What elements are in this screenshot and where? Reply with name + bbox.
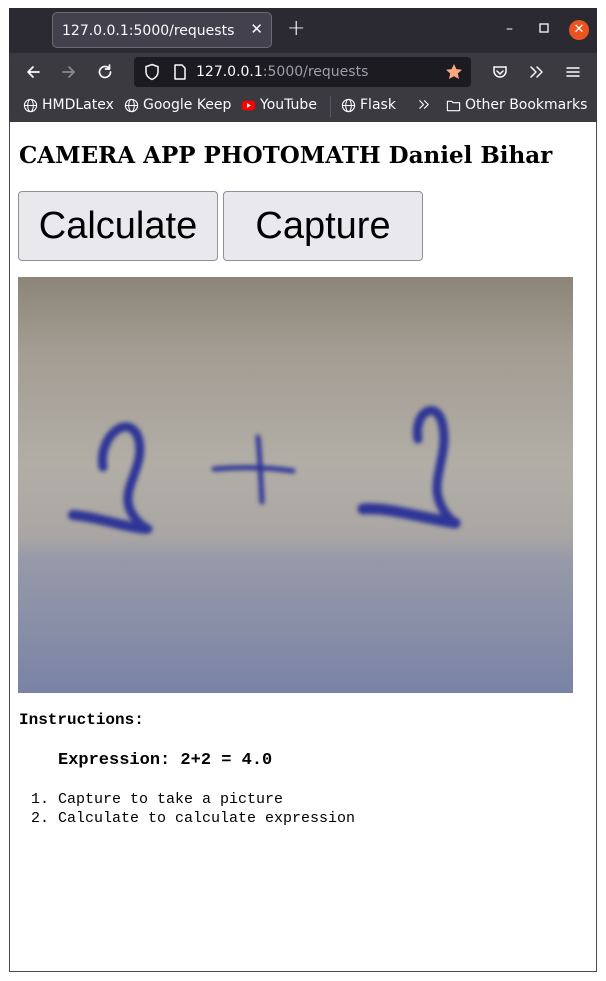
back-icon[interactable] <box>23 62 43 82</box>
minimize-icon[interactable]: – <box>506 20 513 38</box>
address-bar[interactable]: 127.0.0.1:5000/requests <box>134 57 471 87</box>
list-item: Capture to take a picture <box>58 790 355 809</box>
globe-icon <box>341 98 356 112</box>
bookmark-label: HMDLatex <box>42 97 114 113</box>
calculate-button[interactable]: Calculate <box>18 191 218 261</box>
globe-icon <box>23 98 38 112</box>
bookmarks-overflow-icon[interactable] <box>417 97 432 112</box>
bookmark-google-keep[interactable]: Google Keep <box>124 97 231 113</box>
bookmark-hmdlatex[interactable]: HMDLatex <box>23 97 114 113</box>
page-viewport: CAMERA APP PHOTOMATH Daniel Bihar Calcul… <box>9 122 597 972</box>
bookmark-separator <box>330 96 331 117</box>
instruction-steps: Capture to take a picture Calculate to c… <box>10 790 355 828</box>
bookmark-label: YouTube <box>260 97 317 113</box>
forward-icon[interactable] <box>59 62 79 82</box>
globe-icon <box>124 98 139 112</box>
bookmark-youtube[interactable]: YouTube <box>241 97 317 113</box>
bookmark-label: Google Keep <box>143 97 232 113</box>
url-host: 127.0.0.1 <box>196 64 263 80</box>
menu-icon[interactable] <box>563 62 583 82</box>
page-title: CAMERA APP PHOTOMATH Daniel Bihar <box>19 142 553 169</box>
close-tab-icon[interactable]: ✕ <box>250 21 263 37</box>
maximize-icon[interactable] <box>539 20 549 38</box>
capture-button[interactable]: Capture <box>223 191 423 261</box>
bookmarks-toolbar: HMDLatex Google Keep YouTube Flask Other… <box>9 91 597 123</box>
tab-title: 127.0.0.1:5000/requests <box>62 23 235 39</box>
other-bookmarks-label: Other Bookmarks <box>465 97 588 113</box>
navigation-toolbar: 127.0.0.1:5000/requests <box>9 53 597 91</box>
page-icon[interactable] <box>170 62 190 82</box>
list-item: Calculate to calculate expression <box>58 809 355 828</box>
instructions-heading: Instructions: <box>19 711 144 729</box>
pocket-icon[interactable] <box>490 62 510 82</box>
browser-tab[interactable]: 127.0.0.1:5000/requests ✕ <box>52 12 272 48</box>
bookmark-flask[interactable]: Flask <box>341 97 396 113</box>
bookmark-label: Flask <box>360 97 396 113</box>
new-tab-icon[interactable]: + <box>287 17 305 41</box>
bookmark-star-icon[interactable] <box>444 62 464 82</box>
folder-icon <box>446 100 461 111</box>
url-path: :5000/requests <box>262 64 369 80</box>
youtube-icon <box>241 100 256 110</box>
tab-strip: 127.0.0.1:5000/requests ✕ + – ✕ <box>9 8 597 53</box>
extensions-overflow-icon[interactable] <box>526 62 546 82</box>
other-bookmarks-folder[interactable]: Other Bookmarks <box>446 97 587 113</box>
camera-photo <box>18 277 573 693</box>
url-text[interactable]: 127.0.0.1:5000/requests <box>196 64 368 80</box>
shield-icon[interactable] <box>142 62 162 82</box>
reload-icon[interactable] <box>95 62 115 82</box>
window-close-icon[interactable]: ✕ <box>569 20 589 40</box>
expression-result: Expression: 2+2 = 4.0 <box>58 751 273 770</box>
